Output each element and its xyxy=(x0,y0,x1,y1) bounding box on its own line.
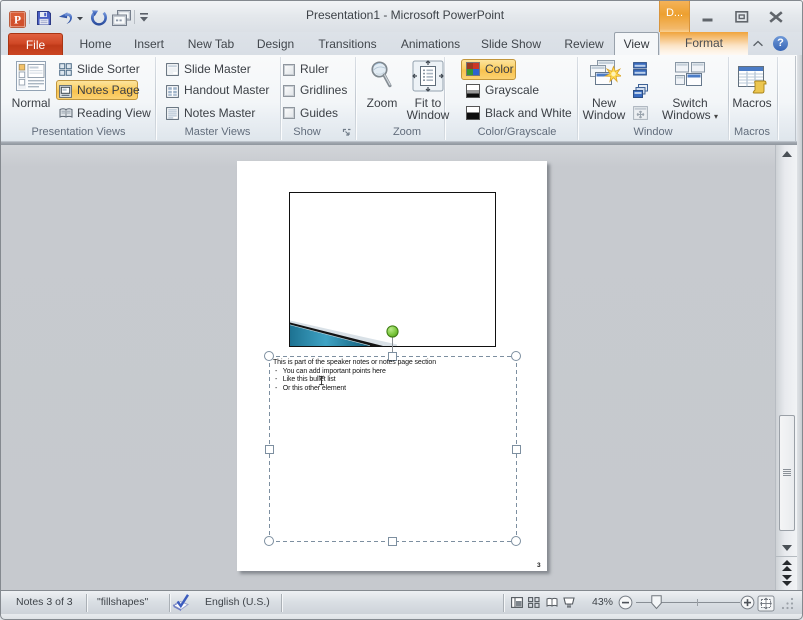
svg-text:P: P xyxy=(14,15,21,27)
